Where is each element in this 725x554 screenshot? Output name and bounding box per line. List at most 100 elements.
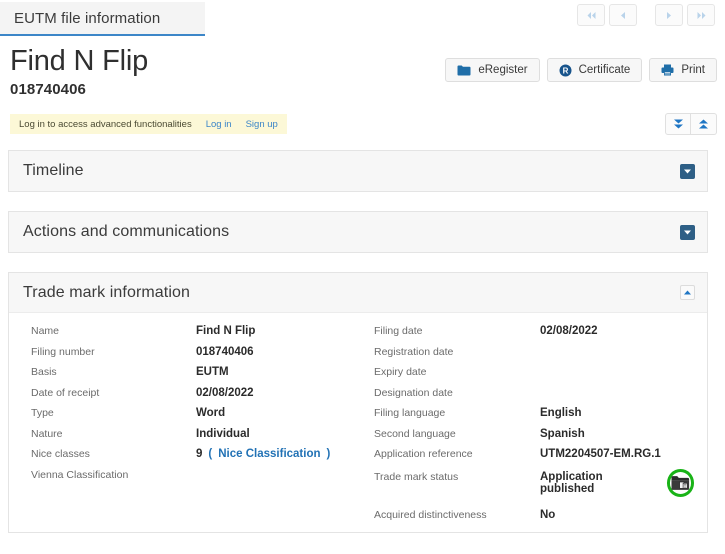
- detail-value: UTM2204507-EM.RG.1: [540, 448, 661, 460]
- eregister-button[interactable]: eRegister: [445, 58, 540, 82]
- section-actions-and-communications: Actions and communications: [8, 211, 708, 253]
- printer-icon: [661, 64, 674, 76]
- chevron-down-icon: [684, 169, 691, 173]
- eutm-file-information-page: EUTM file information Find N Flip 018740…: [0, 0, 725, 554]
- detail-value: English: [540, 407, 582, 419]
- chevron-right-icon: [667, 11, 671, 19]
- chevron-up-icon: [684, 290, 691, 295]
- section-actions-title: Actions and communications: [23, 223, 230, 240]
- detail-row-filing-language: Filing language English: [374, 407, 694, 428]
- detail-row-designation-date: Designation date: [374, 387, 694, 408]
- next-page-button[interactable]: [655, 4, 683, 26]
- detail-value: Individual: [196, 427, 250, 440]
- section-timeline-toggle[interactable]: [680, 163, 695, 179]
- expand-all-button[interactable]: [665, 113, 691, 135]
- double-chevron-right-icon: [697, 11, 705, 19]
- detail-value: Application published: [540, 468, 694, 497]
- detail-row-second-language: Second language Spanish: [374, 428, 694, 449]
- folder-documents-icon: [671, 475, 689, 490]
- trade-mark-status-file-button[interactable]: [666, 468, 694, 497]
- pager-gap: [641, 4, 651, 26]
- collapse-all-button[interactable]: [691, 113, 717, 135]
- login-notice-message: Log in to access advanced functionalitie…: [19, 118, 192, 130]
- detail-label: Designation date: [374, 386, 453, 399]
- detail-row-vienna-classification: Vienna Classification: [31, 469, 361, 490]
- section-actions-header[interactable]: Actions and communications: [9, 212, 707, 252]
- last-page-button[interactable]: [687, 4, 715, 26]
- detail-label: Expiry date: [374, 366, 427, 378]
- detail-label: Vienna Classification: [31, 468, 129, 481]
- first-page-button[interactable]: [577, 4, 605, 26]
- detail-label: Name: [31, 325, 60, 337]
- print-button[interactable]: Print: [649, 58, 717, 82]
- detail-value: 02/08/2022: [540, 325, 598, 337]
- detail-row-acquired-distinctiveness: Acquired distinctiveness No: [374, 509, 694, 530]
- eregister-label: eRegister: [478, 64, 528, 76]
- trade-mark-information-body: Name Find N Flip Filing number 018740406…: [9, 313, 707, 529]
- certificate-label: Certificate: [578, 64, 631, 76]
- detail-value: 018740406: [196, 345, 254, 358]
- tab-eutm-file-information[interactable]: EUTM file information: [0, 2, 205, 36]
- detail-label: Nature: [31, 427, 63, 440]
- detail-row-filing-date: Filing date 02/08/2022: [374, 325, 694, 346]
- detail-label: Nice classes: [31, 448, 90, 460]
- page-title: Find N Flip: [10, 45, 148, 77]
- filing-number-subtitle: 018740406: [10, 81, 86, 98]
- trade-mark-details-right-column: Filing date 02/08/2022 Registration date…: [374, 325, 694, 530]
- section-trade-mark-title: Trade mark information: [23, 283, 190, 301]
- expand-collapse-all-group: [665, 113, 717, 135]
- paren-open: (: [208, 448, 213, 460]
- section-trade-mark-header[interactable]: Trade mark information: [9, 273, 707, 313]
- detail-row-filing-number: Filing number 018740406: [31, 346, 361, 367]
- sign-up-link[interactable]: Sign up: [246, 119, 278, 130]
- detail-label: Second language: [374, 427, 456, 440]
- detail-label: Basis: [31, 366, 57, 378]
- section-actions-toggle[interactable]: [680, 224, 695, 240]
- detail-label: Application reference: [374, 448, 473, 460]
- section-trade-mark-information: Trade mark information Name Find N Flip …: [8, 272, 708, 533]
- section-timeline-header[interactable]: Timeline: [9, 151, 707, 191]
- detail-row-type: Type Word: [31, 407, 361, 428]
- detail-label: Trade mark status: [374, 470, 459, 483]
- double-chevron-left-icon: [587, 11, 595, 19]
- trade-mark-header: Find N Flip 018740406: [10, 45, 148, 99]
- tab-label: EUTM file information: [14, 9, 161, 27]
- svg-text:R: R: [562, 66, 568, 75]
- record-pager: [577, 4, 715, 26]
- detail-row-date-of-receipt: Date of receipt 02/08/2022: [31, 387, 361, 408]
- previous-page-button[interactable]: [609, 4, 637, 26]
- chevron-down-icon: [684, 230, 691, 234]
- detail-row-expiry-date: Expiry date: [374, 366, 694, 387]
- double-chevron-up-icon: [699, 119, 708, 129]
- detail-value: EUTM: [196, 366, 229, 378]
- detail-value: 9 ( Nice Classification ): [196, 448, 330, 460]
- detail-label: Filing language: [374, 407, 446, 419]
- section-trade-mark-toggle[interactable]: [680, 285, 695, 300]
- section-timeline-title: Timeline: [23, 162, 84, 179]
- folder-icon: [457, 65, 471, 75]
- detail-value: Spanish: [540, 427, 585, 440]
- detail-value: 02/08/2022: [196, 386, 254, 399]
- section-timeline: Timeline: [8, 150, 708, 192]
- registered-mark-icon: R: [559, 64, 572, 76]
- detail-label: Filing number: [31, 345, 95, 358]
- certificate-button[interactable]: R Certificate: [546, 58, 643, 82]
- detail-label: Registration date: [374, 345, 454, 358]
- detail-label: Acquired distinctiveness: [374, 509, 487, 521]
- nice-classes-number: 9: [196, 448, 203, 460]
- detail-value: No: [540, 509, 556, 521]
- chevron-left-icon: [621, 11, 625, 19]
- detail-row-basis: Basis EUTM: [31, 366, 361, 387]
- detail-row-name: Name Find N Flip: [31, 325, 361, 346]
- paren-close: ): [326, 448, 331, 460]
- detail-row-nice-classes: Nice classes 9 ( Nice Classification ): [31, 448, 361, 469]
- log-in-link[interactable]: Log in: [206, 119, 232, 130]
- nice-classification-link[interactable]: Nice Classification: [218, 448, 320, 460]
- detail-value: Word: [196, 407, 226, 419]
- trade-mark-details-left-column: Name Find N Flip Filing number 018740406…: [31, 325, 361, 489]
- detail-row-registration-date: Registration date: [374, 346, 694, 367]
- detail-label: Type: [31, 407, 54, 419]
- login-notice-banner: Log in to access advanced functionalitie…: [10, 114, 287, 134]
- detail-row-nature: Nature Individual: [31, 428, 361, 449]
- tab-strip: EUTM file information: [0, 0, 725, 38]
